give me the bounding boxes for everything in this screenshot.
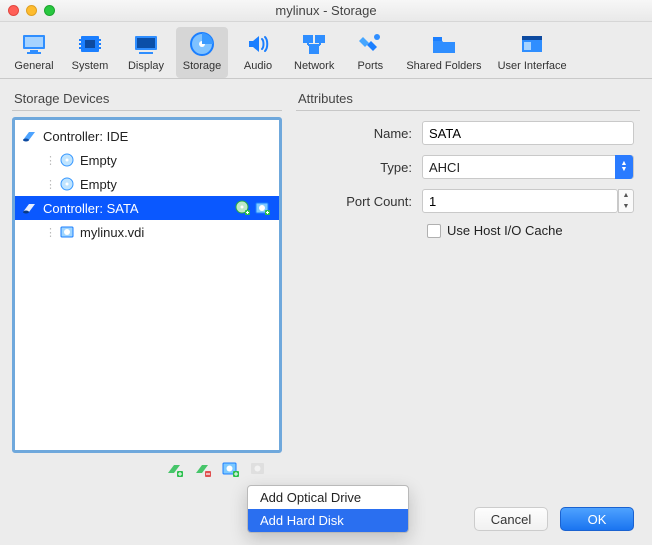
- storage-devices-heading: Storage Devices: [12, 89, 282, 111]
- tab-ports[interactable]: Ports: [344, 27, 396, 78]
- tab-display[interactable]: Display: [120, 27, 172, 78]
- attributes-heading: Attributes: [296, 89, 640, 111]
- stepper-up-icon[interactable]: ▲: [619, 190, 633, 201]
- ports-icon: [357, 31, 383, 57]
- tab-network[interactable]: Network: [288, 27, 340, 78]
- window-title: mylinux - Storage: [275, 3, 376, 18]
- harddisk-icon: [60, 225, 74, 239]
- optical-disc-icon: [60, 153, 74, 167]
- tab-audio[interactable]: Audio: [232, 27, 284, 78]
- ide-empty-1-row[interactable]: ⋮ Empty: [15, 148, 279, 172]
- add-controller-green-icon[interactable]: [165, 459, 185, 479]
- chip-icon: [77, 31, 103, 57]
- tab-system[interactable]: System: [64, 27, 116, 78]
- zoom-window-button[interactable]: [44, 5, 55, 16]
- controller-ide-row[interactable]: Controller: IDE: [15, 124, 279, 148]
- add-harddisk-attachment-icon[interactable]: [255, 200, 271, 216]
- settings-toolbar: General System Display Storage Audio Net…: [0, 22, 652, 79]
- add-attachment-icon[interactable]: [221, 459, 241, 479]
- tab-storage[interactable]: Storage: [176, 27, 228, 78]
- name-label: Name:: [302, 126, 412, 141]
- network-icon: [301, 31, 327, 57]
- tab-shared-folders[interactable]: Shared Folders: [400, 27, 487, 78]
- speaker-icon: [245, 31, 271, 57]
- menu-add-hard-disk[interactable]: Add Hard Disk: [248, 509, 408, 532]
- select-stepper-icon: ▲▼: [615, 155, 633, 179]
- portcount-label: Port Count:: [302, 194, 412, 209]
- storage-disk-icon: [189, 31, 215, 57]
- sata-controller-icon: [21, 200, 37, 216]
- ide-controller-icon: [21, 128, 37, 144]
- type-label: Type:: [302, 160, 412, 175]
- monitor-icon: [21, 31, 47, 57]
- add-attachment-menu: Add Optical Drive Add Hard Disk: [247, 485, 409, 533]
- cancel-button[interactable]: Cancel: [474, 507, 548, 531]
- add-optical-attachment-icon[interactable]: [235, 200, 251, 216]
- portcount-input[interactable]: [422, 189, 618, 213]
- tree-label: Empty: [80, 177, 117, 192]
- ide-empty-2-row[interactable]: ⋮ Empty: [15, 172, 279, 196]
- name-input[interactable]: [422, 121, 634, 145]
- tree-action-bar: [12, 459, 282, 479]
- controller-sata-row[interactable]: Controller: SATA: [15, 196, 279, 220]
- storage-device-tree[interactable]: Controller: IDE ⋮ Empty ⋮ Empty: [12, 117, 282, 453]
- close-window-button[interactable]: [8, 5, 19, 16]
- titlebar: mylinux - Storage: [0, 0, 652, 22]
- remove-attachment-icon: [249, 459, 269, 479]
- folder-icon: [431, 31, 457, 57]
- tree-label: mylinux.vdi: [80, 225, 144, 240]
- type-select-value: AHCI: [429, 160, 460, 175]
- tree-label: Controller: SATA: [43, 201, 139, 216]
- display-icon: [133, 31, 159, 57]
- ui-window-icon: [519, 31, 545, 57]
- portcount-stepper[interactable]: ▲ ▼: [618, 189, 634, 213]
- sata-vdi-row[interactable]: ⋮ mylinux.vdi: [15, 220, 279, 244]
- optical-disc-icon: [60, 177, 74, 191]
- stepper-down-icon[interactable]: ▼: [619, 201, 633, 212]
- remove-controller-icon[interactable]: [193, 459, 213, 479]
- tree-label: Controller: IDE: [43, 129, 128, 144]
- ok-button[interactable]: OK: [560, 507, 634, 531]
- menu-add-optical-drive[interactable]: Add Optical Drive: [248, 486, 408, 509]
- minimize-window-button[interactable]: [26, 5, 37, 16]
- type-select[interactable]: AHCI ▲▼: [422, 155, 634, 179]
- hostio-checkbox[interactable]: [427, 224, 441, 238]
- tab-general[interactable]: General: [8, 27, 60, 78]
- tab-user-interface[interactable]: User Interface: [492, 27, 573, 78]
- hostio-label: Use Host I/O Cache: [447, 223, 563, 238]
- tree-label: Empty: [80, 153, 117, 168]
